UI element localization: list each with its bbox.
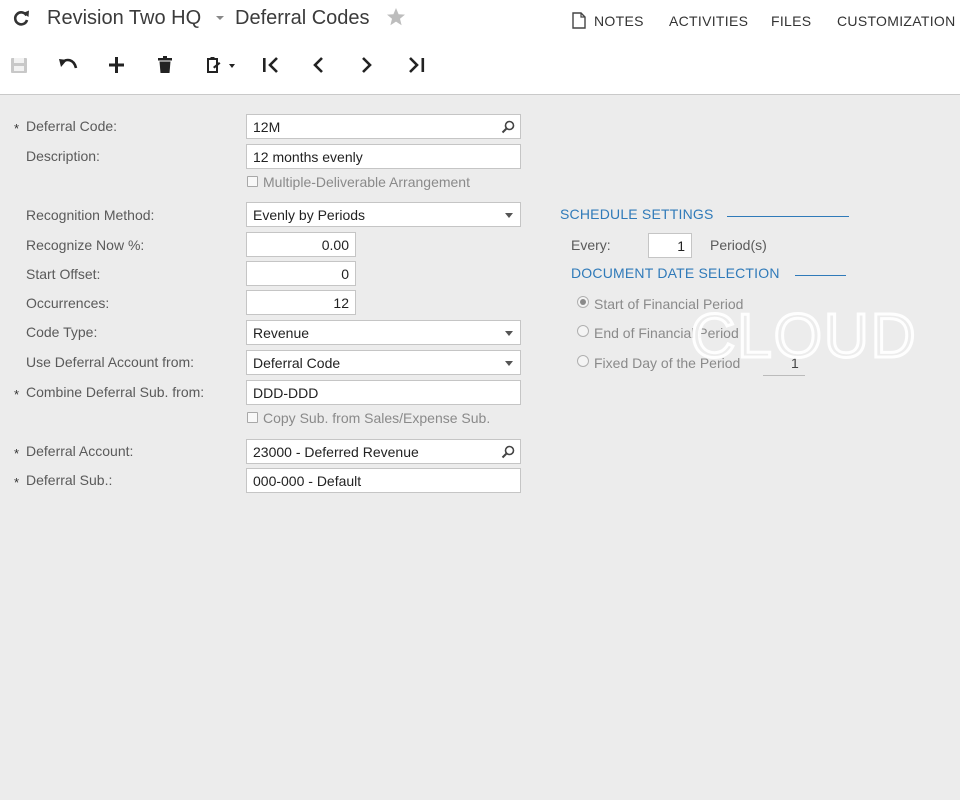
previous-record-button[interactable] [305,48,335,82]
page-title: Deferral Codes [235,7,370,29]
chevron-down-icon[interactable] [215,14,225,22]
occurrences-value: 12 [333,295,349,311]
star-icon[interactable] [386,7,406,27]
add-button[interactable] [104,48,134,82]
first-icon [263,57,278,73]
notes-link[interactable]: NOTES [594,13,644,29]
recognize-now-value: 0.00 [321,237,349,253]
fixed-day-radio[interactable] [577,355,589,367]
title-bar: Revision Two HQ Deferral Codes NOTES ACT… [0,0,960,42]
required-mark: * [14,475,20,490]
description-field[interactable]: 12 months evenly [246,144,521,169]
last-icon [409,57,425,73]
svg-text:CLOUD: CLOUD [690,305,917,371]
combine-sub-field[interactable]: DDD-DDD [246,380,521,405]
recognition-method-value: Evenly by Periods [253,207,366,223]
description-label: Description: [26,148,100,164]
every-label: Every: [571,237,611,253]
clipboard-icon [207,57,235,73]
deferral-code-value: 12M [253,119,281,135]
description-value: 12 months evenly [253,149,363,165]
trash-icon [158,56,172,73]
use-deferral-account-select[interactable]: Deferral Code [246,350,521,375]
required-mark: * [14,387,20,402]
dropdown-arrow-icon [505,361,513,366]
required-mark: * [14,121,20,136]
refresh-icon[interactable] [12,8,30,28]
mda-checkbox[interactable] [247,176,258,187]
fixed-day-underline [763,375,805,376]
deferral-sub-label: Deferral Sub.: [26,472,113,488]
date-selection-title: DOCUMENT DATE SELECTION [571,265,780,281]
recognize-now-label: Recognize Now %: [26,237,145,253]
save-button[interactable] [8,48,38,82]
code-type-label: Code Type: [26,324,98,340]
chevron-right-icon [362,57,372,73]
plus-icon [109,57,124,73]
toolbar [0,48,960,84]
next-record-button[interactable] [354,48,384,82]
combine-sub-label: Combine Deferral Sub. from: [26,384,205,400]
notes-icon[interactable] [572,12,586,29]
search-icon[interactable] [501,445,515,459]
required-mark: * [14,446,20,461]
recognize-now-field[interactable]: 0.00 [246,232,356,257]
copy-sub-label: Copy Sub. from Sales/Expense Sub. [263,410,491,426]
deferral-account-field[interactable]: 23000 - Deferred Revenue [246,439,521,464]
files-link[interactable]: FILES [771,13,811,29]
undo-icon [59,58,78,69]
schedule-settings-title: SCHEDULE SETTINGS [560,206,714,222]
customization-link[interactable]: CUSTOMIZATION [837,13,956,29]
recognition-method-select[interactable]: Evenly by Periods [246,202,521,227]
save-icon [11,58,27,73]
mda-label: Multiple-Deliverable Arrangement [263,174,470,190]
cloud-watermark-logo: CLOUD [690,305,917,373]
section-divider [727,216,849,217]
end-of-period-radio[interactable] [577,325,589,337]
use-deferral-account-value: Deferral Code [253,355,341,371]
company-selector[interactable]: Revision Two HQ [47,7,201,30]
section-divider [795,275,846,276]
every-field[interactable]: 1 [648,233,692,258]
occurrences-field[interactable]: 12 [246,290,356,315]
use-deferral-account-label: Use Deferral Account from: [26,354,195,370]
start-offset-field[interactable]: 0 [246,261,356,286]
code-type-value: Revenue [253,325,310,341]
occurrences-label: Occurrences: [26,295,110,311]
start-offset-value: 0 [341,266,349,282]
copy-sub-checkbox[interactable] [247,412,258,423]
recognition-method-label: Recognition Method: [26,207,155,223]
dropdown-arrow-icon [505,331,513,336]
combine-sub-value: DDD-DDD [253,385,319,401]
clipboard-button[interactable] [202,48,242,82]
last-record-button[interactable] [404,48,434,82]
activities-link[interactable]: ACTIVITIES [669,13,748,29]
deferral-code-field[interactable]: 12M [246,114,521,139]
code-type-select[interactable]: Revenue [246,320,521,345]
deferral-account-label: Deferral Account: [26,443,134,459]
deferral-account-value: 23000 - Deferred Revenue [253,444,419,460]
form-area: * Deferral Code: 12M Description: 12 mon… [0,96,960,800]
deferral-sub-value: 000-000 - Default [253,473,362,489]
start-of-period-radio[interactable] [577,296,589,308]
undo-button[interactable] [56,48,86,82]
start-offset-label: Start Offset: [26,266,101,282]
every-value: 1 [677,238,685,254]
periods-label: Period(s) [710,237,767,253]
header: Revision Two HQ Deferral Codes NOTES ACT… [0,0,960,95]
first-record-button[interactable] [257,48,287,82]
search-icon[interactable] [501,120,515,134]
dropdown-arrow-icon [505,213,513,218]
chevron-left-icon [313,57,323,73]
delete-button[interactable] [153,48,183,82]
deferral-sub-field[interactable]: 000-000 - Default [246,468,521,493]
deferral-code-label: Deferral Code: [26,118,118,134]
